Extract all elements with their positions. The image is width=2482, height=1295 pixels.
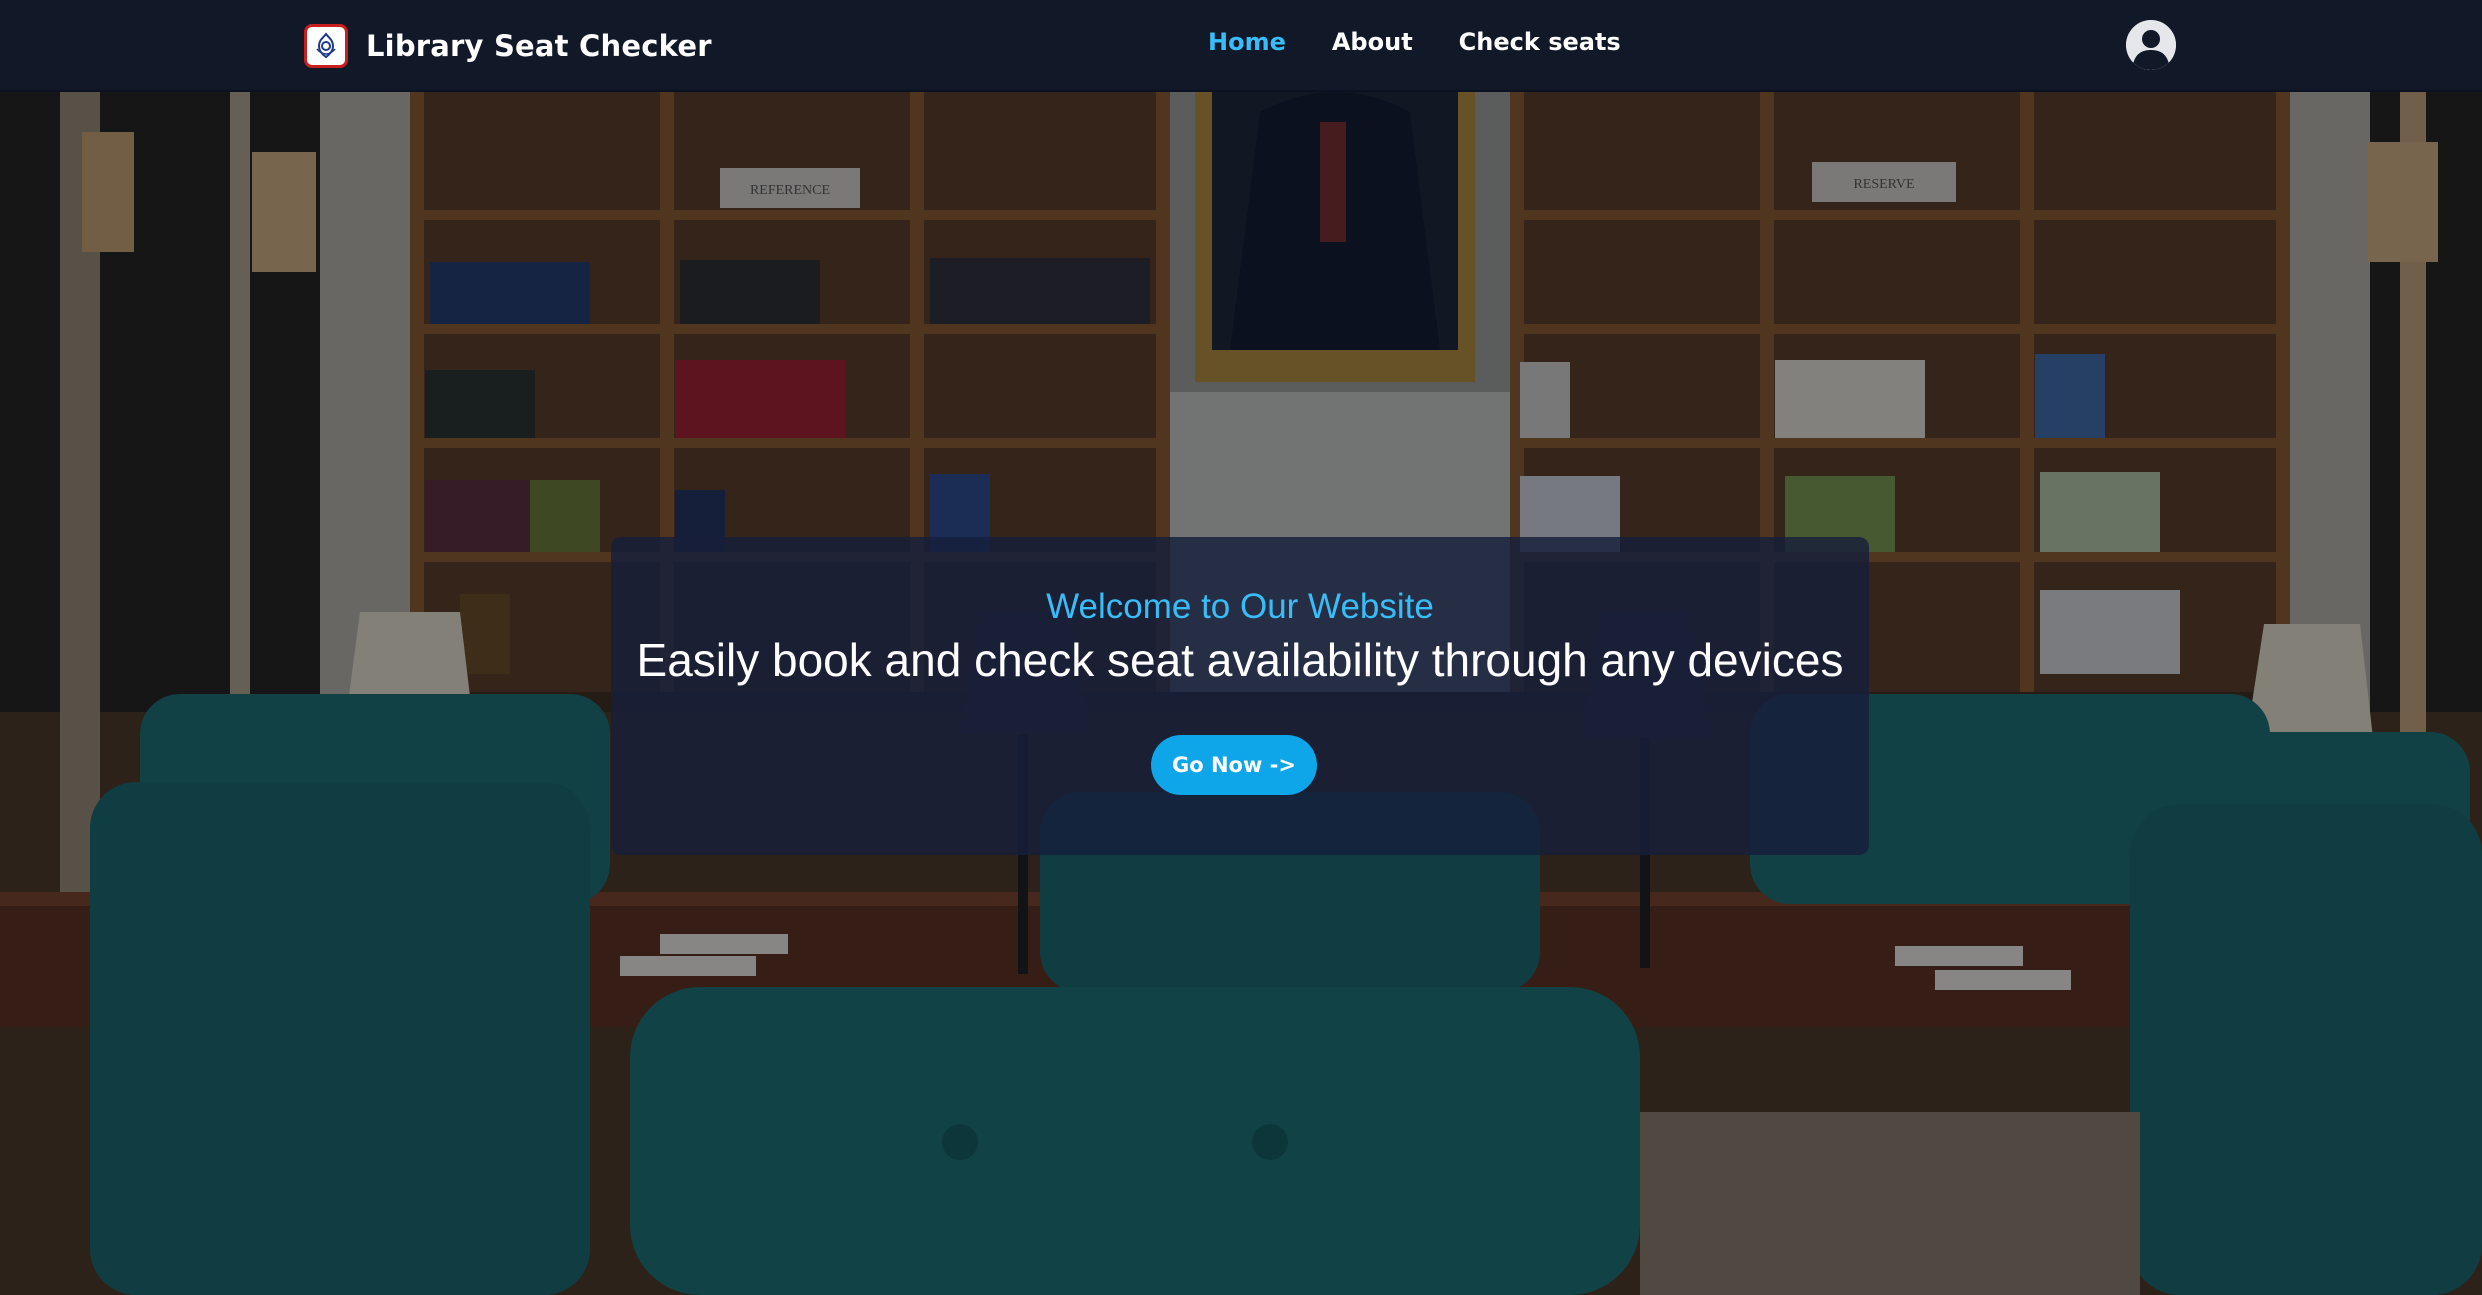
welcome-card: Welcome to Our Website Easily book and c… — [611, 537, 1869, 855]
main-nav: Home About Check seats — [1208, 28, 1621, 56]
nav-about-link[interactable]: About — [1332, 28, 1413, 56]
page: Library Seat Checker Home About Check se… — [0, 0, 2482, 1295]
hero-headline: Easily book and check seat availability … — [636, 634, 1844, 686]
user-avatar-icon[interactable] — [2126, 20, 2176, 70]
nav-home-link[interactable]: Home — [1208, 28, 1286, 56]
nav-check-seats-link[interactable]: Check seats — [1459, 28, 1621, 56]
navbar: Library Seat Checker Home About Check se… — [0, 0, 2482, 92]
library-logo-icon — [304, 24, 348, 68]
brand[interactable]: Library Seat Checker — [304, 22, 712, 70]
go-now-button[interactable]: Go Now -> — [1151, 735, 1317, 795]
brand-name: Library Seat Checker — [366, 29, 712, 63]
welcome-text: Welcome to Our Website — [1046, 587, 1434, 626]
